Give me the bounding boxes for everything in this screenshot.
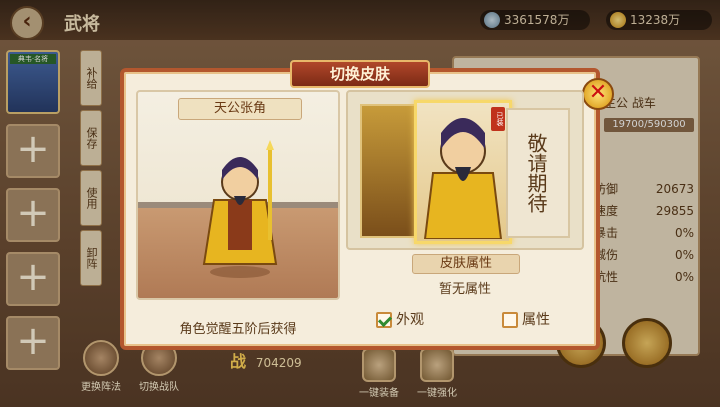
acquire-condition: 角色觉醒五阶后获得 xyxy=(179,322,297,337)
attribute-label: 属性 xyxy=(522,312,550,328)
close-icon[interactable]: ✕ xyxy=(582,78,614,110)
dialog-title: 切换皮肤 xyxy=(290,60,430,88)
appearance-label: 外观 xyxy=(396,312,424,328)
skin-attr-text: 暂无属性 xyxy=(438,282,491,297)
skin-list: 已装 敬请期待 xyxy=(346,90,584,250)
equipped-tag: 已装 xyxy=(491,107,505,131)
skin-card-selected[interactable]: 已装 xyxy=(414,100,512,244)
hero-figure-icon xyxy=(194,140,286,280)
coming-soon-card: 敬请期待 xyxy=(506,108,570,238)
skin-attr-title: 皮肤属性 xyxy=(412,254,520,274)
attribute-checkbox[interactable]: 属性 xyxy=(502,310,550,330)
skin-preview: 天公张角 xyxy=(136,90,340,300)
skin-card-default[interactable] xyxy=(360,104,420,238)
skin-name: 天公张角 xyxy=(178,98,302,120)
checkbox-checked-icon xyxy=(376,312,392,328)
appearance-checkbox[interactable]: 外观 xyxy=(376,310,424,330)
checkbox-empty-icon xyxy=(502,312,518,328)
